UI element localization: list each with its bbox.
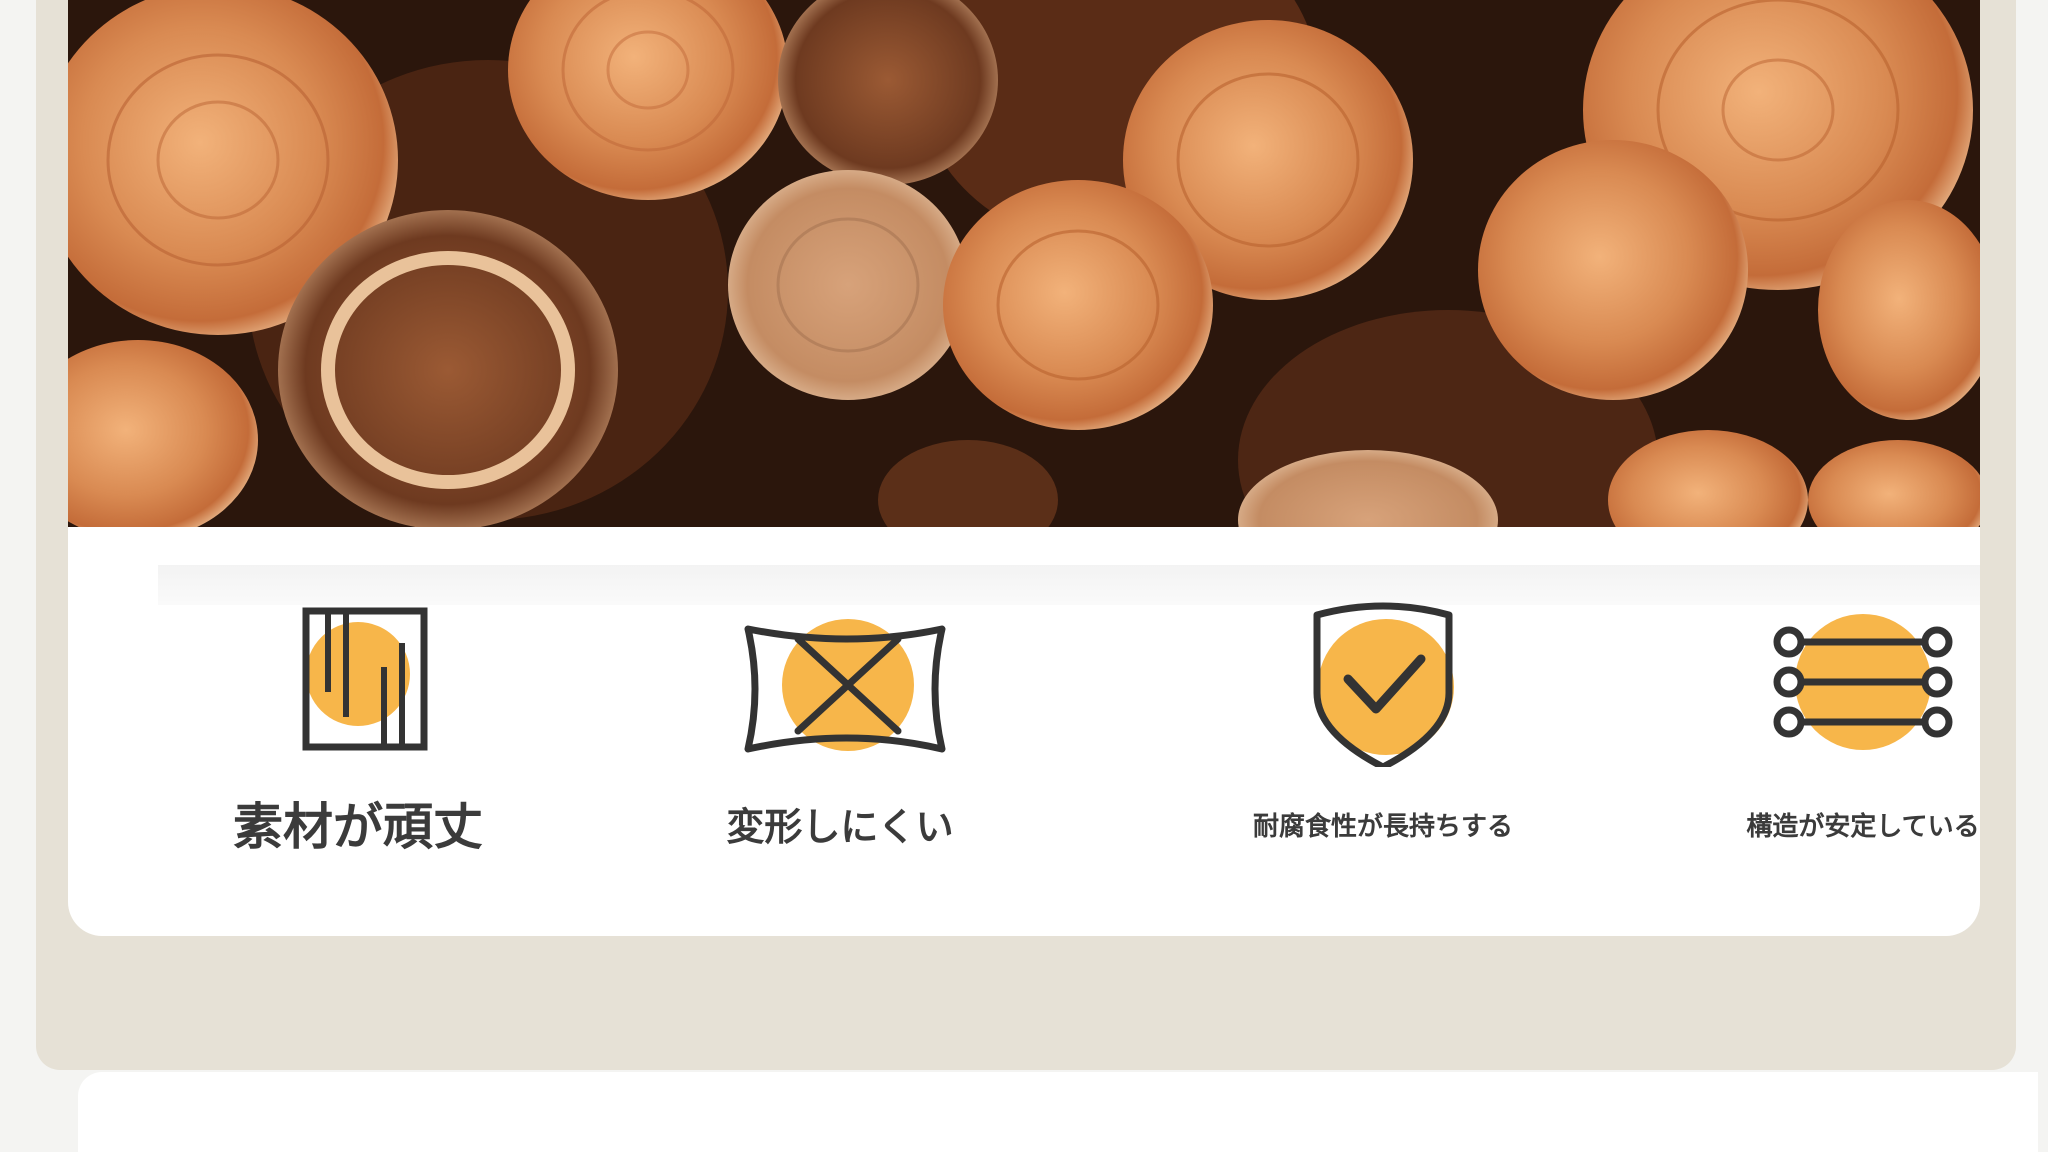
feature-stable-structure: 構造が安定している <box>1673 597 1980 897</box>
feature-row: 素材が頑丈 変形しにくい 耐腐食性が長持ちする 構造が安定している <box>68 527 1980 936</box>
shield-check-icon <box>1313 602 1454 767</box>
feature-sturdy-material: 素材が頑丈 <box>168 597 548 897</box>
hero-image-logs <box>68 0 1980 527</box>
product-feature-card: 素材が頑丈 変形しにくい 耐腐食性が長持ちする 構造が安定している <box>68 0 1980 936</box>
feature-no-deformation: 変形しにくい <box>650 597 1030 897</box>
wood-grain-icon <box>302 607 428 751</box>
structure-lines-icon <box>1773 614 1953 750</box>
feature-label: 構造が安定している <box>1746 812 1980 842</box>
feature-label: 変形しにくい <box>726 805 954 849</box>
no-warp-icon <box>744 619 946 753</box>
feature-corrosion-resistance: 耐腐食性が長持ちする <box>1193 597 1573 897</box>
feature-label: 素材が頑丈 <box>233 798 483 856</box>
page: 素材が頑丈 変形しにくい 耐腐食性が長持ちする 構造が安定している <box>0 0 2048 1152</box>
feature-label: 耐腐食性が長持ちする <box>1252 812 1513 842</box>
logs-illustration <box>68 0 1980 527</box>
next-section-card <box>78 1072 2038 1152</box>
